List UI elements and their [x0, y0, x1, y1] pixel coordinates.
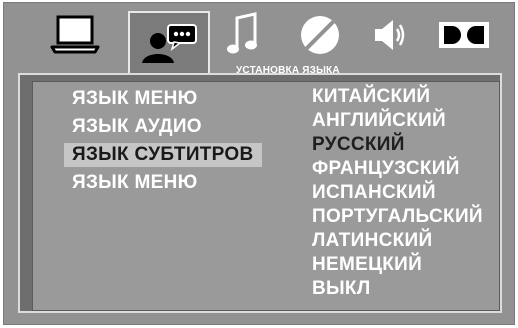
option-french[interactable]: ФРАНЦУЗСКИЙ	[312, 157, 460, 181]
option-latin[interactable]: ЛАТИНСКИЙ	[312, 229, 432, 253]
monitor-icon	[49, 15, 101, 55]
option-portuguese[interactable]: ПОРТУГАЛЬСКИЙ	[312, 205, 483, 229]
tab-speaker-setup[interactable]	[364, 9, 414, 61]
menu-item-subtitle-language[interactable]: ЯЗЫК СУБТИТРОВ	[64, 143, 262, 167]
option-chinese[interactable]: КИТАЙСКИЙ	[312, 85, 430, 109]
option-english[interactable]: АНГЛИЙСКИЙ	[312, 109, 446, 133]
active-tab-caption: УСТАНОВКА ЯЗЫКА	[236, 65, 340, 76]
tab-general-setup[interactable]	[42, 9, 108, 61]
menu-item-menu-language-2[interactable]: ЯЗЫК МЕНЮ	[72, 171, 198, 195]
option-russian[interactable]: РУССКИЙ	[312, 133, 405, 157]
contrast-circle-icon	[298, 13, 342, 57]
osd-screen: УСТАНОВКА ЯЗЫКА ЯЗЫК МЕНЮ ЯЗЫК АУДИО ЯЗЫ…	[3, 2, 515, 325]
menu-item-audio-language[interactable]: ЯЗЫК АУДИО	[72, 115, 202, 139]
tab-video-setup[interactable]	[292, 9, 348, 61]
user-chat-icon	[138, 23, 200, 65]
option-spanish[interactable]: ИСПАНСКИЙ	[312, 181, 436, 205]
setup-tab-bar	[4, 3, 516, 85]
tab-dolby-setup[interactable]	[434, 9, 494, 61]
tab-audio-setup[interactable]	[218, 9, 268, 61]
speaker-icon	[369, 15, 409, 55]
menu-item-menu-language[interactable]: ЯЗЫК МЕНЮ	[72, 87, 198, 111]
dolby-icon	[438, 20, 490, 50]
music-note-icon	[225, 12, 261, 58]
option-german[interactable]: НЕМЕЦКИЙ	[312, 253, 422, 277]
option-off[interactable]: ВЫКЛ	[312, 277, 370, 301]
